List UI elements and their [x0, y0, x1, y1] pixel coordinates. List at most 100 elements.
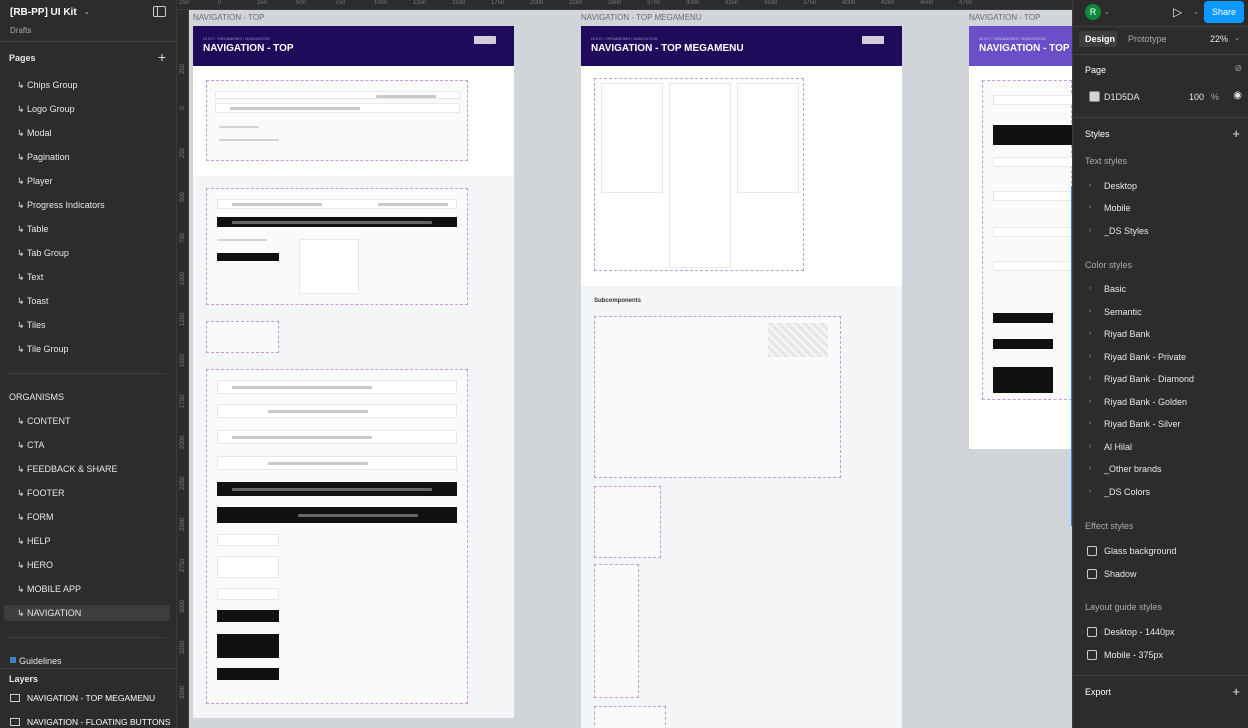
chevron-right-icon[interactable]: › — [1089, 330, 1091, 337]
frame-navigation-top-2[interactable]: UI KIT / ORGANISMS / NAVIGATION NAVIGATI… — [969, 26, 1072, 449]
pages-header: Pages — [9, 53, 36, 63]
page-item-selected[interactable]: ↳ NAVIGATION — [4, 605, 170, 621]
file-title[interactable]: [RB-PP] UI Kit — [10, 7, 77, 18]
style-item[interactable]: Riyad Bank - Private — [1104, 352, 1186, 362]
frame-navigation-top-megamenu[interactable]: UI KIT / ORGANISMS / NAVIGATION NAVIGATI… — [581, 26, 902, 728]
canvas[interactable]: 250 0 250 500 750 1000 1250 1500 1750 20… — [177, 0, 1072, 728]
page-item[interactable]: ↳ Player — [17, 176, 53, 187]
add-export-icon[interactable]: + — [1232, 684, 1240, 699]
page-item[interactable]: ↳ Tab Group — [17, 248, 69, 259]
chevron-right-icon[interactable]: › — [1089, 285, 1091, 292]
tab-design[interactable]: Design — [1085, 34, 1115, 44]
color-styles-header: Color styles — [1085, 260, 1133, 270]
style-item[interactable]: Glass background — [1104, 546, 1177, 556]
page-item[interactable]: ↳ HERO — [17, 560, 53, 571]
page-item[interactable]: ↳ Modal — [17, 128, 52, 139]
style-item[interactable]: Mobile — [1104, 203, 1131, 213]
page-item[interactable]: ↳ FOOTER — [17, 488, 65, 499]
organisms-header[interactable]: ORGANISMS — [9, 392, 64, 402]
export-header: Export — [1085, 687, 1112, 697]
style-item[interactable]: Mobile - 375px — [1104, 650, 1163, 660]
layout-styles-header: Layout guide styles — [1085, 602, 1163, 612]
frame-title: NAVIGATION - TOP — [979, 43, 1070, 54]
frame-navigation-top[interactable]: UI KIT / ORGANISMS / NAVIGATION NAVIGATI… — [193, 26, 514, 718]
style-item[interactable]: Riyad Bank - Golden — [1104, 397, 1187, 407]
page-item[interactable]: ↳ Toast — [17, 296, 48, 307]
chevron-right-icon[interactable]: › — [1089, 308, 1091, 315]
chevron-right-icon[interactable]: › — [1089, 488, 1091, 495]
grid-icon — [1087, 627, 1097, 637]
page-item[interactable]: ↳ CONTENT — [17, 416, 71, 427]
frame-label[interactable]: NAVIGATION - TOP — [193, 13, 264, 22]
style-item[interactable]: _DS Styles — [1104, 226, 1149, 236]
page-item[interactable]: ↳ Pagination — [17, 152, 70, 163]
page-item[interactable]: ↳ CTA — [17, 440, 44, 451]
zoom-level[interactable]: 22% — [1210, 34, 1228, 44]
chevron-down-icon[interactable]: ⌄ — [1104, 8, 1110, 16]
style-item[interactable]: Semantic — [1104, 307, 1142, 317]
page-item[interactable]: ↳ FEEDBACK & SHARE — [17, 464, 118, 475]
frame-label[interactable]: NAVIGATION - TOP — [969, 13, 1040, 22]
page-color-swatch[interactable] — [1089, 91, 1100, 102]
frame-title: NAVIGATION - TOP MEGAMENU — [591, 43, 744, 54]
layer-item[interactable]: NAVIGATION - FLOATING BUTTONS — [27, 717, 170, 727]
page-item[interactable]: ↳ Chips Group — [17, 80, 78, 91]
chevron-right-icon[interactable]: › — [1089, 398, 1091, 405]
chevron-right-icon[interactable]: › — [1089, 375, 1091, 382]
chevron-down-icon[interactable]: ⌄ — [1234, 34, 1240, 42]
style-item[interactable]: Basic — [1104, 284, 1126, 294]
page-item[interactable]: ↳ Table — [17, 224, 48, 235]
chevron-right-icon[interactable]: › — [1089, 182, 1091, 189]
text-styles-header: Text styles — [1085, 156, 1128, 166]
styles-toggle-icon[interactable]: ⊘ — [1234, 63, 1242, 74]
style-item[interactable]: Shadow — [1104, 569, 1137, 579]
page-item[interactable]: ↳ FORM — [17, 512, 54, 523]
chevron-right-icon[interactable]: › — [1089, 227, 1091, 234]
add-page-icon[interactable]: + — [158, 49, 166, 65]
page-opacity-value[interactable]: 100 — [1189, 92, 1204, 102]
style-item[interactable]: _Other brands — [1104, 464, 1162, 474]
style-item[interactable]: _DS Colors — [1104, 487, 1150, 497]
page-item[interactable]: ↳ HELP — [17, 536, 51, 547]
share-button[interactable]: Share — [1204, 1, 1244, 23]
style-item[interactable]: Desktop — [1104, 181, 1137, 191]
styles-header: Styles — [1085, 129, 1110, 139]
page-item[interactable]: ↳ Logo Group — [17, 104, 75, 115]
page-item[interactable]: ↳ Progress Indicators — [17, 200, 105, 211]
style-item[interactable]: Desktop - 1440px — [1104, 627, 1175, 637]
sidebar-toggle-icon[interactable] — [153, 6, 166, 17]
chevron-right-icon[interactable]: › — [1089, 443, 1091, 450]
style-item[interactable]: Riyad Bank - Silver — [1104, 419, 1181, 429]
page-color-value[interactable]: D1D5DA — [1104, 92, 1140, 102]
riyad-bank-logo — [474, 36, 496, 44]
layers-header: Layers — [9, 674, 39, 684]
left-sidebar: [RB-PP] UI Kit ⌄ Drafts Pages + ↳ Chips … — [0, 0, 177, 728]
page-item[interactable]: ↳ Tiles — [17, 320, 46, 331]
page-item-guidelines[interactable]: Guidelines — [19, 656, 62, 666]
play-icon[interactable]: ▷ — [1173, 5, 1182, 19]
eye-icon[interactable]: ◉ — [1233, 90, 1242, 101]
chevron-right-icon[interactable]: › — [1089, 465, 1091, 472]
page-item[interactable]: ↳ Text — [17, 272, 43, 283]
frame-icon — [10, 718, 20, 726]
page-item[interactable]: ↳ Tile Group — [17, 344, 69, 355]
frame-title: NAVIGATION - TOP — [203, 43, 294, 54]
chevron-down-icon[interactable]: ⌄ — [1193, 8, 1199, 16]
riyad-bank-logo — [862, 36, 884, 44]
add-style-icon[interactable]: + — [1232, 126, 1240, 141]
chevron-down-icon[interactable]: ⌄ — [84, 8, 90, 16]
avatar[interactable]: R — [1085, 4, 1101, 20]
frame-header: UI KIT / ORGANISMS / NAVIGATION NAVIGATI… — [581, 26, 902, 66]
chevron-right-icon[interactable]: › — [1089, 420, 1091, 427]
layer-item[interactable]: NAVIGATION - TOP MEGAMENU — [27, 693, 155, 703]
tab-prototype[interactable]: Prototype — [1128, 34, 1167, 44]
book-icon — [10, 657, 16, 663]
chevron-right-icon[interactable]: › — [1089, 204, 1091, 211]
style-item[interactable]: Al Hilal — [1104, 442, 1132, 452]
page-opacity-unit: % — [1211, 92, 1220, 102]
frame-label[interactable]: NAVIGATION - TOP MEGAMENU — [581, 13, 702, 22]
style-item[interactable]: Riyad Bank - Diamond — [1104, 374, 1194, 384]
style-item[interactable]: Riyad Bank — [1104, 329, 1150, 339]
chevron-right-icon[interactable]: › — [1089, 353, 1091, 360]
page-item[interactable]: ↳ MOBILE APP — [17, 584, 81, 595]
